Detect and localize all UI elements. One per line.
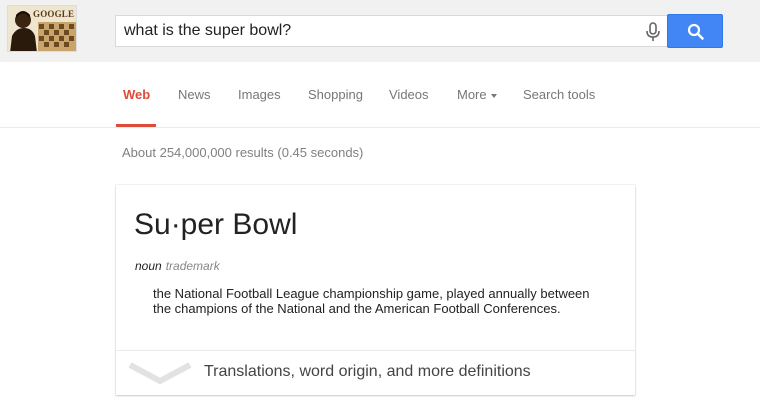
tab-images[interactable]: Images (238, 87, 281, 102)
definition-text: the National Football League championshi… (153, 286, 590, 316)
google-doodle-logo[interactable]: GOOGLE (7, 5, 77, 52)
search-header: GOOGLE (0, 0, 760, 62)
tab-shopping[interactable]: Shopping (308, 87, 363, 102)
search-box[interactable] (115, 15, 667, 47)
tab-videos[interactable]: Videos (389, 87, 429, 102)
more-definitions-link[interactable]: Translations, word origin, and more defi… (116, 351, 635, 395)
more-definitions-label: Translations, word origin, and more defi… (204, 363, 531, 380)
doodle-lettering: GOOGLE (33, 9, 75, 19)
search-icon (687, 23, 704, 40)
tab-more-label: More (457, 87, 487, 102)
search-tabs: Web News Images Shopping Videos More Sea… (0, 62, 760, 128)
chevron-down-icon (128, 362, 192, 385)
tab-web[interactable]: Web (123, 87, 150, 102)
results-stats: About 254,000,000 results (0.45 seconds) (122, 145, 364, 160)
active-tab-indicator (116, 124, 156, 127)
tab-more[interactable]: More (457, 87, 497, 102)
usage-label: trademark (165, 259, 220, 273)
definition-word: Su·per Bowl (134, 208, 298, 241)
definition-card: Su·per Bowl noun trademark the National F… (116, 185, 635, 395)
search-input[interactable] (124, 16, 624, 46)
search-button[interactable] (667, 14, 723, 48)
microphone-icon[interactable] (644, 21, 662, 43)
part-of-speech: noun trademark (135, 259, 220, 273)
part-of-speech-noun: noun (135, 259, 162, 273)
caret-down-icon (490, 93, 497, 98)
tab-search-tools[interactable]: Search tools (523, 87, 595, 102)
tab-news[interactable]: News (178, 87, 211, 102)
